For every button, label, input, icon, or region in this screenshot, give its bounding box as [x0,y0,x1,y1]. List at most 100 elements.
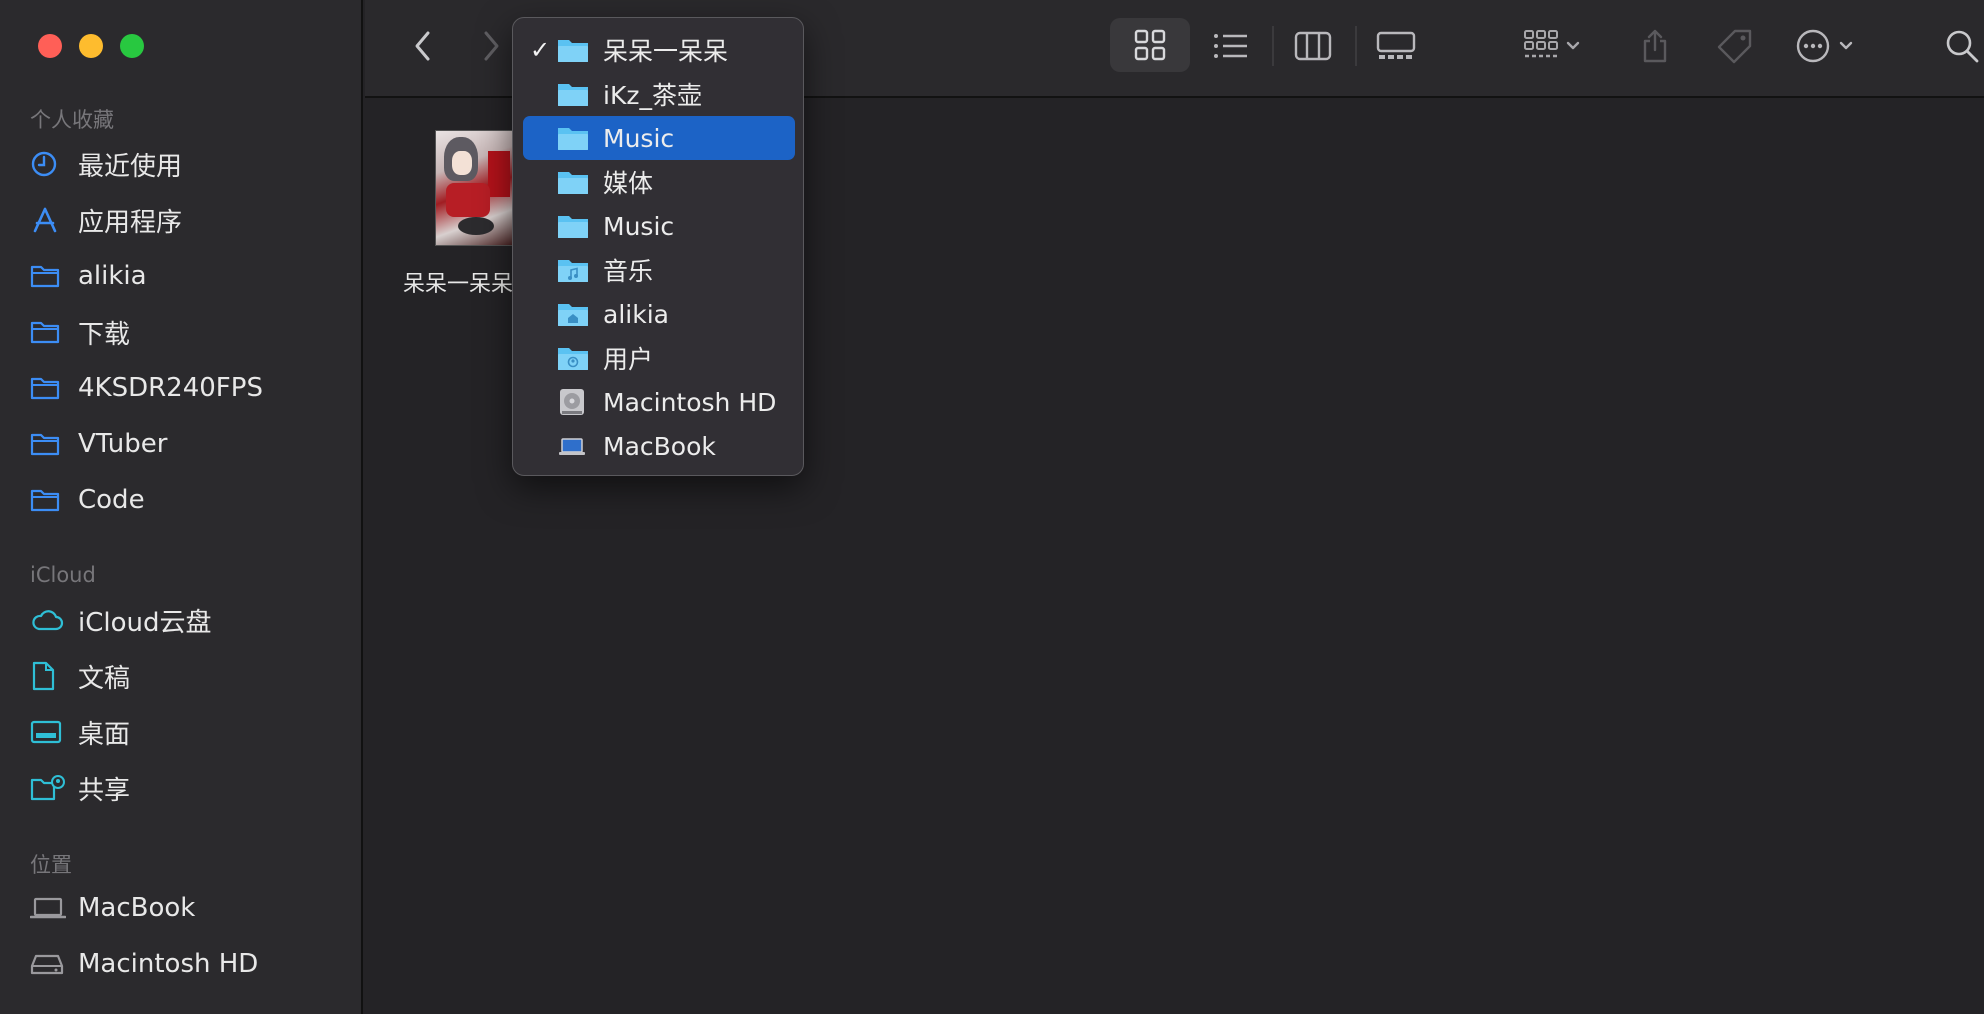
folder-icon [557,212,589,240]
menu-item-path-0[interactable]: ✓ 呆呆一呆呆 [523,28,795,72]
menu-item-path-7[interactable]: 用户 [523,336,795,380]
zoom-window-button[interactable] [120,34,144,58]
icloud-section-title: iCloud [30,563,96,587]
sidebar-item-label: 共享 [78,775,131,806]
menu-item-path-3[interactable]: 媒体 [523,160,795,204]
sidebar-item-macbook[interactable]: MacBook [30,886,350,930]
sidebar-item-label: 下载 [78,319,131,350]
sidebar-item-macintosh-hd[interactable]: Macintosh HD [30,942,350,986]
sidebar-item-recents[interactable]: 最近使用 [30,142,350,186]
menu-item-path-6[interactable]: alikia [523,292,795,336]
share-icon [1643,29,1667,63]
sidebar: 个人收藏 最近使用 应用程序 alikia 下载 4KSDR240FPS VTu… [0,0,363,1014]
menu-item-label: Macintosh HD [603,387,777,417]
menu-item-label: alikia [603,299,669,329]
hard-drive-icon [557,388,589,416]
sidebar-item-label: 应用程序 [78,207,183,238]
more-actions-button[interactable] [1790,20,1870,72]
tag-icon [1717,29,1752,64]
sidebar-item-alikia[interactable]: alikia [30,254,350,298]
hard-drive-icon [30,949,68,979]
sidebar-item-label: iCloud云盘 [78,607,212,638]
sidebar-item-label: 4KSDR240FPS [78,373,263,403]
folder-icon [557,168,589,196]
tag-button[interactable] [1705,20,1765,72]
laptop-icon [30,893,68,923]
sidebar-item-vtuber[interactable]: VTuber [30,422,350,466]
chevron-left-icon [415,31,430,61]
menu-item-path-8[interactable]: Macintosh HD [523,380,795,424]
menu-item-label: MacBook [603,431,716,461]
menu-item-label: 呆呆一呆呆 [603,37,729,66]
toolbar-divider [1355,26,1357,66]
close-window-button[interactable] [38,34,62,58]
users-folder-icon [557,344,589,372]
ellipsis-circle-icon [1796,29,1853,63]
sidebar-item-label: Macintosh HD [78,949,259,979]
folder-icon [30,429,68,459]
search-icon [1946,30,1979,63]
menu-item-path-4[interactable]: Music [523,204,795,248]
menu-item-path-2[interactable]: Music [523,116,795,160]
desktop-icon [30,717,68,747]
icon-view-button[interactable] [1110,18,1190,72]
menu-item-label: 用户 [603,345,654,374]
sidebar-item-documents[interactable]: 文稿 [30,654,350,698]
columns-icon [1294,31,1332,61]
home-folder-icon [557,300,589,328]
music-folder-icon [557,256,589,284]
sidebar-item-label: 最近使用 [78,151,183,182]
menu-item-label: Music [603,211,675,241]
menu-item-label: iKz_茶壶 [603,81,702,110]
folder-icon [557,80,589,108]
column-view-button[interactable] [1277,22,1349,70]
favorites-section-title: 个人收藏 [30,108,114,132]
menu-item-path-5[interactable]: 音乐 [523,248,795,292]
path-popup-menu: ✓ 呆呆一呆呆 iKz_茶壶 Music 媒体 Music 音乐 alikia … [512,17,804,476]
menu-item-label: 媒体 [603,169,654,198]
sidebar-item-icloud-drive[interactable]: iCloud云盘 [30,598,350,642]
folder-icon [557,36,589,64]
sidebar-item-desktop[interactable]: 桌面 [30,710,350,754]
sidebar-item-label: alikia [78,261,147,291]
window-controls [38,34,144,58]
sidebar-item-code[interactable]: Code [30,478,350,522]
locations-section-title: 位置 [30,853,72,877]
finder-window: 个人收藏 最近使用 应用程序 alikia 下载 4KSDR240FPS VTu… [0,0,1984,1014]
checkmark-icon: ✓ [529,36,551,64]
folder-icon [30,373,68,403]
list-view-button[interactable] [1195,22,1267,70]
file-thumbnail [435,130,513,246]
group-button[interactable] [1513,20,1593,72]
cloud-icon [30,605,68,635]
sidebar-item-downloads[interactable]: 下载 [30,310,350,354]
sidebar-item-label: 文稿 [78,663,131,694]
clock-icon [30,149,68,179]
document-icon [30,661,68,691]
folder-icon [30,485,68,515]
sidebar-item-label: VTuber [78,429,168,459]
back-button[interactable] [405,26,441,66]
grid-icon [1134,29,1166,61]
folder-icon [30,317,68,347]
sidebar-item-label: MacBook [78,893,196,923]
menu-item-path-9[interactable]: MacBook [523,424,795,468]
sidebar-item-shared[interactable]: 共享 [30,766,350,810]
toolbar-divider [1272,26,1274,66]
laptop-icon [557,432,589,460]
sidebar-item-label: 桌面 [78,719,131,750]
sidebar-item-4ksdr240fps[interactable]: 4KSDR240FPS [30,366,350,410]
menu-item-label: 音乐 [603,257,654,286]
search-button[interactable] [1942,20,1982,72]
menu-item-path-1[interactable]: iKz_茶壶 [523,72,795,116]
sidebar-item-applications[interactable]: 应用程序 [30,198,350,242]
group-icon [1524,30,1580,58]
menu-item-label: Music [603,123,675,153]
minimize-window-button[interactable] [79,34,103,58]
gallery-view-button[interactable] [1360,22,1432,70]
share-button[interactable] [1630,20,1680,72]
folder-icon [30,261,68,291]
shared-folder-icon [30,773,68,803]
chevron-right-icon [484,31,499,61]
forward-button[interactable] [473,26,509,66]
